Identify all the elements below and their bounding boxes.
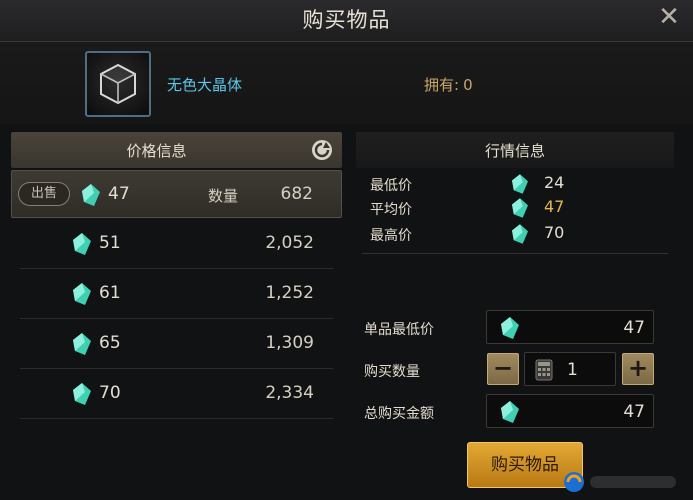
total-amount-row: 总购买金额 47 — [356, 394, 674, 430]
listing-quantity: 1,252 — [265, 283, 314, 303]
decrease-quantity-button[interactable]: − — [487, 353, 519, 385]
average-price-value: 47 — [544, 197, 565, 216]
average-price-label: 平均价 — [370, 202, 412, 218]
crystal-cube-icon — [85, 51, 151, 117]
listing-row[interactable]: 51 2,052 — [11, 220, 342, 268]
row-divider — [20, 418, 333, 419]
listing-row[interactable]: 70 2,334 — [11, 370, 342, 418]
listing-row[interactable]: 出售 47 数量 682 — [11, 170, 342, 218]
purchase-quantity-label: 购买数量 — [364, 364, 420, 380]
gem-icon — [73, 233, 91, 255]
owned-label: 拥有: — [424, 76, 460, 94]
listing-quantity: 682 — [280, 184, 313, 204]
quantity-value: 1 — [567, 360, 578, 380]
owned-count: 拥有: 0 — [424, 74, 473, 95]
quantity-label: 数量 — [208, 187, 239, 205]
gem-icon — [501, 401, 519, 423]
item-name: 无色大晶体 — [167, 76, 243, 94]
total-amount-value: 47 — [623, 402, 645, 422]
listing-price: 47 — [108, 184, 130, 204]
refresh-icon[interactable] — [310, 138, 334, 162]
highest-price-label: 最高价 — [370, 228, 412, 244]
unit-min-price-label: 单品最低价 — [364, 322, 434, 338]
listing-quantity: 2,334 — [265, 383, 314, 403]
gem-icon — [501, 317, 519, 339]
purchase-quantity-row: 购买数量 − 1 + — [356, 352, 674, 388]
title-bar: 购买物品 ✕ — [0, 0, 693, 42]
listing-quantity: 1,309 — [265, 333, 314, 353]
market-lowest-row: 最低价 24 — [356, 172, 674, 198]
market-highest-row: 最高价 70 — [356, 222, 674, 248]
listing-row[interactable]: 65 1,309 — [11, 320, 342, 368]
unit-min-price-row: 单品最低价 47 — [356, 310, 674, 346]
market-info-title: 行情信息 — [484, 142, 545, 160]
market-info-header: 行情信息 — [356, 132, 674, 168]
market-average-row: 平均价 47 — [356, 196, 674, 222]
row-divider — [20, 268, 333, 269]
lowest-price-value: 24 — [544, 173, 565, 192]
unit-min-price-value: 47 — [623, 318, 645, 338]
owned-value: 0 — [463, 76, 473, 94]
total-amount-field: 47 — [486, 394, 654, 428]
price-info-header: 价格信息 — [11, 132, 342, 168]
gem-icon — [512, 174, 528, 194]
highest-price-value: 70 — [544, 223, 565, 242]
listing-price: 65 — [99, 333, 121, 353]
row-divider — [20, 368, 333, 369]
row-divider — [20, 318, 333, 319]
gem-icon — [512, 198, 528, 218]
site-logo-icon — [564, 472, 676, 492]
total-amount-label: 总购买金额 — [364, 406, 434, 422]
price-info-title: 价格信息 — [126, 142, 187, 160]
listing-price: 61 — [99, 283, 121, 303]
gem-icon — [73, 333, 91, 355]
quantity-input[interactable]: 1 — [524, 352, 616, 386]
gem-icon — [512, 224, 528, 244]
lowest-price-label: 最低价 — [370, 178, 412, 194]
gem-icon — [73, 383, 91, 405]
close-icon[interactable]: ✕ — [655, 4, 683, 32]
listing-row[interactable]: 61 1,252 — [11, 270, 342, 318]
listing-price: 70 — [99, 383, 121, 403]
gem-icon — [82, 184, 100, 206]
listing-quantity: 2,052 — [265, 233, 314, 253]
sell-badge: 出售 — [18, 182, 70, 206]
increase-quantity-button[interactable]: + — [622, 353, 654, 385]
calculator-icon[interactable] — [535, 359, 553, 381]
listing-price: 51 — [99, 233, 121, 253]
window-title: 购买物品 — [302, 8, 391, 32]
unit-min-price-field: 47 — [486, 310, 654, 344]
gem-icon — [73, 283, 91, 305]
market-divider — [362, 253, 668, 254]
